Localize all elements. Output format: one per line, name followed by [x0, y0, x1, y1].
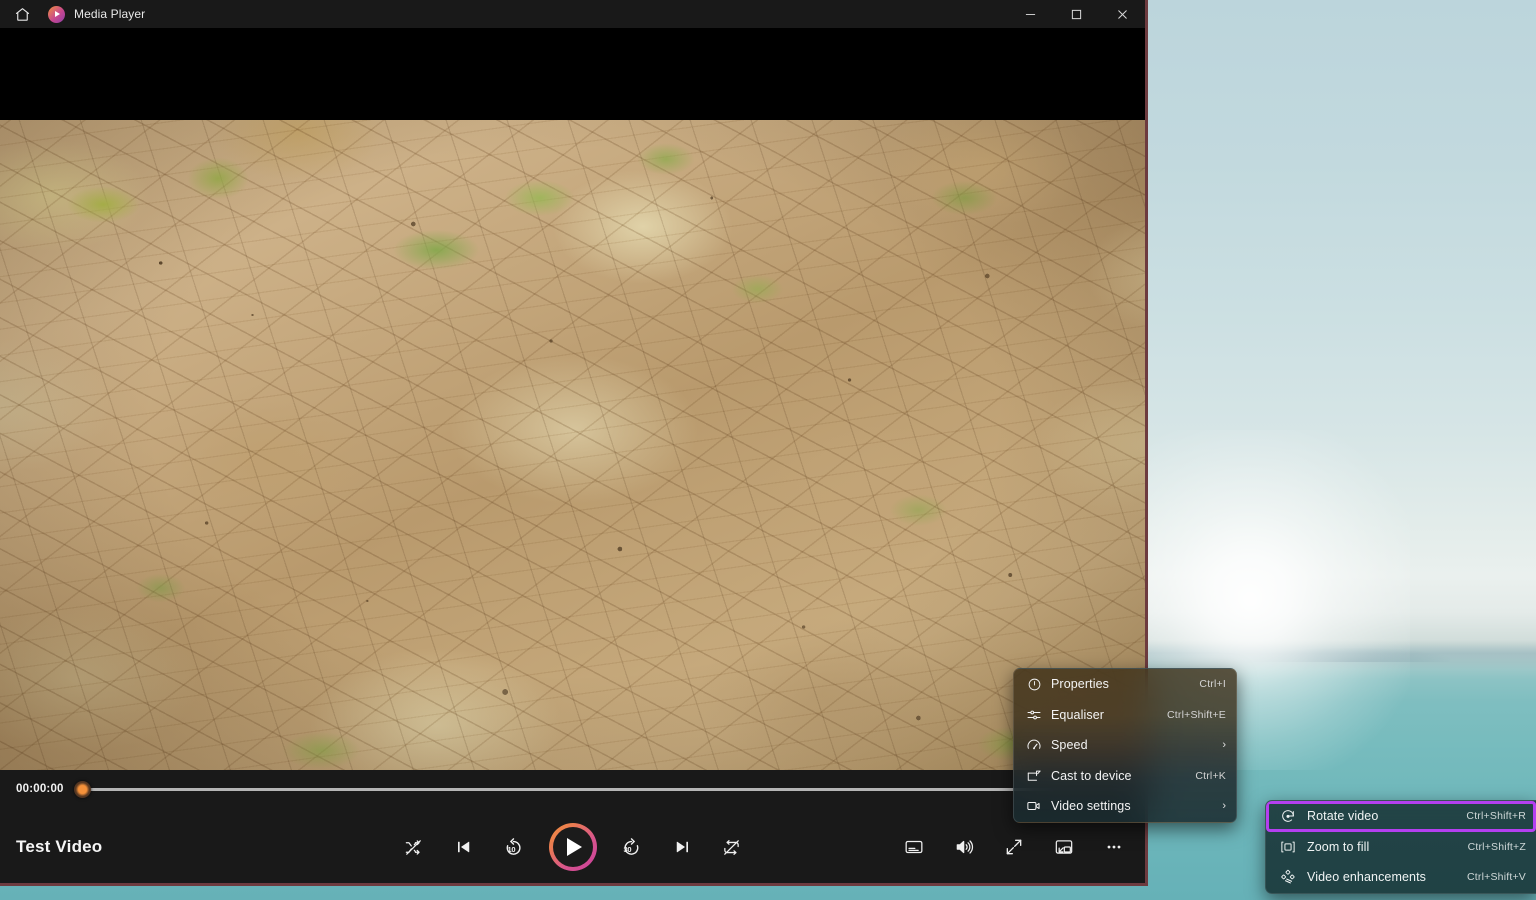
minimize-button[interactable]	[1007, 0, 1053, 28]
app-title: Media Player	[74, 7, 146, 21]
next-track-icon[interactable]	[667, 832, 697, 862]
speed-gauge-icon	[1023, 737, 1045, 753]
menu-item-cast-to-device[interactable]: Cast to device Ctrl+K	[1014, 761, 1236, 792]
seek-row: 00:00:00	[0, 770, 1145, 808]
player-control-bar: 00:00:00 Test Video 10 30	[0, 770, 1145, 883]
more-options-icon[interactable]	[1099, 832, 1129, 862]
video-stage[interactable]	[0, 28, 1145, 770]
video-context-menu: Properties Ctrl+I Equaliser Ctrl+Shift+E…	[1013, 668, 1237, 823]
menu-item-label: Cast to device	[1051, 768, 1132, 783]
title-bar: Media Player	[0, 0, 1145, 28]
rewind-seconds-label: 10	[507, 845, 516, 854]
forward-seconds-label: 30	[623, 845, 632, 854]
cast-icon	[1023, 768, 1045, 784]
repeat-off-icon[interactable]	[717, 832, 747, 862]
menu-item-label: Video settings	[1051, 799, 1131, 814]
media-player-window: Media Player 00:00:00 Test Video 10 30	[0, 0, 1148, 886]
video-surface[interactable]	[0, 120, 1145, 770]
media-player-logo-icon	[48, 5, 65, 23]
home-button[interactable]	[0, 0, 44, 28]
current-time-label: 00:00:00	[16, 783, 64, 795]
seek-track[interactable]	[82, 787, 1129, 791]
menu-item-properties[interactable]: Properties Ctrl+I	[1014, 669, 1236, 700]
seek-slider[interactable]	[74, 780, 1129, 798]
mini-player-icon[interactable]	[1049, 832, 1079, 862]
volume-icon[interactable]	[949, 832, 979, 862]
submenu-item-label: Zoom to fill	[1307, 839, 1370, 854]
menu-item-equaliser[interactable]: Equaliser Ctrl+Shift+E	[1014, 700, 1236, 731]
zoom-to-fill-icon	[1278, 839, 1298, 855]
submenu-item-shortcut: Ctrl+Shift+V	[1466, 871, 1526, 884]
submenu-item-shortcut: Ctrl+Shift+R	[1466, 810, 1526, 823]
close-button[interactable]	[1099, 0, 1145, 28]
play-button[interactable]	[548, 823, 597, 871]
video-settings-submenu: Rotate video Ctrl+Shift+R Zoom to fill C…	[1265, 800, 1536, 894]
secondary-controls	[899, 832, 1129, 862]
shuffle-off-icon[interactable]	[399, 832, 429, 862]
previous-track-icon[interactable]	[449, 832, 479, 862]
track-title: Test Video	[16, 837, 103, 856]
submenu-item-label: Rotate video	[1307, 809, 1379, 824]
menu-item-label: Speed	[1051, 738, 1088, 753]
chevron-right-icon: ›	[1222, 739, 1226, 752]
info-circle-icon	[1023, 677, 1045, 692]
maximize-button[interactable]	[1053, 0, 1099, 28]
distant-hill-peak	[1250, 648, 1450, 662]
video-frame-vignette	[0, 120, 1145, 770]
transport-controls: 10 30	[399, 823, 747, 871]
home-icon	[14, 6, 31, 23]
menu-item-video-settings[interactable]: Video settings ›	[1014, 791, 1236, 822]
submenu-item-video-enhancements[interactable]: Video enhancements Ctrl+Shift+V	[1266, 862, 1536, 893]
play-icon	[567, 838, 582, 856]
fullscreen-icon[interactable]	[999, 832, 1029, 862]
menu-item-label: Equaliser	[1051, 707, 1105, 722]
menu-item-speed[interactable]: Speed ›	[1014, 730, 1236, 761]
app-brand: Media Player	[48, 5, 146, 23]
rotate-video-icon	[1278, 808, 1298, 824]
submenu-item-zoom-to-fill[interactable]: Zoom to fill Ctrl+Shift+Z	[1266, 832, 1536, 863]
chevron-right-icon: ›	[1222, 800, 1226, 813]
letterbox-top	[0, 28, 1145, 120]
menu-item-label: Properties	[1051, 677, 1109, 692]
menu-item-shortcut: Ctrl+K	[1195, 769, 1226, 782]
video-camera-icon	[1023, 798, 1045, 814]
menu-item-shortcut: Ctrl+I	[1199, 678, 1226, 691]
seek-thumb[interactable]	[74, 780, 91, 798]
submenu-item-rotate-video[interactable]: Rotate video Ctrl+Shift+R	[1266, 801, 1536, 832]
captions-icon[interactable]	[899, 832, 929, 862]
submenu-item-label: Video enhancements	[1307, 870, 1427, 885]
equalizer-icon	[1023, 707, 1045, 723]
video-enhancements-icon	[1278, 869, 1298, 885]
rewind-10-icon[interactable]: 10	[499, 832, 529, 862]
window-controls	[1007, 0, 1145, 28]
submenu-item-shortcut: Ctrl+Shift+Z	[1467, 840, 1526, 853]
forward-30-icon[interactable]: 30	[617, 832, 647, 862]
menu-item-shortcut: Ctrl+Shift+E	[1166, 708, 1226, 721]
button-row: Test Video 10 30	[0, 808, 1145, 883]
